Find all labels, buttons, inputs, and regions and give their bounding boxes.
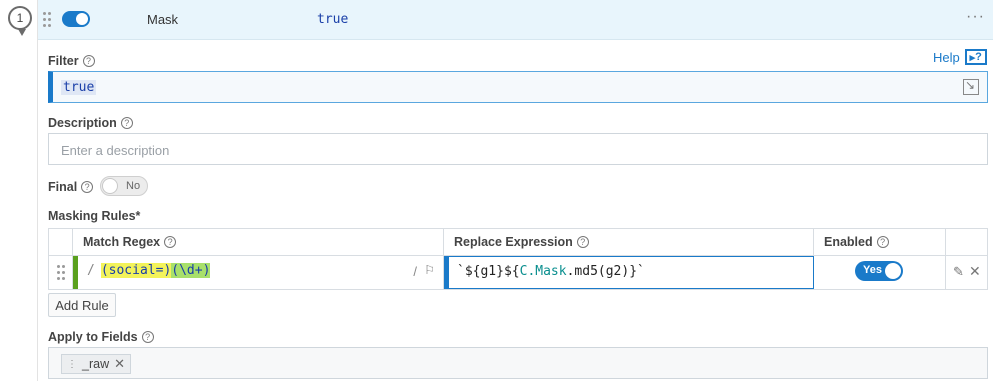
regex-valid-indicator [73, 256, 78, 289]
column-header-enabled: Enabled? [814, 229, 946, 256]
regex-group-1: (social=) [100, 263, 172, 278]
final-toggle-text: No [126, 180, 141, 192]
function-filter-preview: true [317, 12, 349, 27]
masking-rules-table: Match Regex? Replace Expression? Enabled… [48, 228, 988, 290]
regex-value: / (social=) (\d+) [87, 263, 211, 278]
help-icon[interactable]: ? [120, 117, 133, 129]
table-row-drag[interactable] [49, 256, 73, 290]
regex-group-2: (\d+) [171, 263, 211, 278]
more-options-icon[interactable]: ··· [966, 8, 985, 26]
apply-to-fields-input[interactable]: ⋮ _raw ✕ [48, 347, 988, 379]
step-gutter: 1 [0, 0, 38, 381]
description-placeholder: Enter a description [61, 143, 170, 158]
replace-expression-input[interactable]: `${g1}${C.Mask.md5(g2)}` [444, 256, 814, 289]
filter-label: Filter? [48, 54, 95, 68]
regex-close-slash: / [413, 264, 417, 279]
description-label: Description? [48, 116, 133, 130]
step-number: 1 [16, 11, 24, 25]
add-rule-button[interactable]: Add Rule [48, 293, 116, 317]
toggle-knob [102, 178, 118, 194]
delete-icon[interactable]: ✕ [969, 263, 981, 280]
filter-value: true [61, 80, 97, 95]
help-icon[interactable]: ? [164, 236, 177, 248]
help-icon[interactable]: ? [81, 181, 94, 193]
column-header-match-regex: Match Regex? [73, 229, 444, 256]
column-header-replace-expression: Replace Expression? [444, 229, 814, 256]
rule-enabled-toggle[interactable]: Yes [855, 261, 903, 281]
toggle-knob [885, 263, 901, 279]
final-label: Final? [48, 180, 94, 194]
row-drag-handle-icon[interactable] [57, 265, 65, 281]
apply-to-fields-label: Apply to Fields? [48, 330, 154, 344]
help-book-icon: ▸? [964, 49, 987, 65]
help-icon[interactable]: ? [876, 236, 889, 248]
rule-enabled-text: Yes [863, 264, 882, 276]
function-name: Mask [147, 12, 179, 27]
field-chip[interactable]: ⋮ _raw ✕ [61, 354, 131, 374]
step-number-badge: 1 [8, 6, 32, 36]
chip-drag-icon[interactable]: ⋮ [67, 359, 77, 370]
function-header[interactable]: Mask true ··· [38, 0, 993, 40]
masking-rules-label: Masking Rules* [48, 209, 141, 223]
drag-column-header [49, 229, 73, 256]
drag-handle-icon[interactable] [43, 12, 51, 28]
expand-editor-icon[interactable] [963, 78, 979, 95]
actions-column-header [946, 229, 987, 256]
filter-input[interactable]: true [48, 71, 988, 103]
description-input[interactable]: Enter a description [48, 133, 988, 165]
help-icon[interactable]: ? [576, 236, 589, 248]
help-link[interactable]: Help ▸? [933, 49, 987, 65]
match-regex-cell[interactable]: / (social=) (\d+) / ⚐ [73, 256, 444, 290]
replace-expression-value: `${g1}${C.Mask.md5(g2)}` [457, 264, 645, 279]
enabled-cell: Yes [814, 256, 946, 290]
remove-chip-icon[interactable]: ✕ [114, 356, 125, 372]
regex-flags-icon[interactable]: ⚐ [424, 263, 435, 277]
help-icon[interactable]: ? [141, 331, 154, 343]
field-chip-label: _raw [82, 357, 110, 371]
function-enabled-toggle[interactable] [62, 11, 90, 27]
help-icon[interactable]: ? [82, 55, 95, 67]
row-actions-cell: ✎ ✕ [946, 256, 987, 290]
final-toggle[interactable]: No [100, 176, 148, 196]
edit-icon[interactable]: ✎ [953, 264, 964, 280]
